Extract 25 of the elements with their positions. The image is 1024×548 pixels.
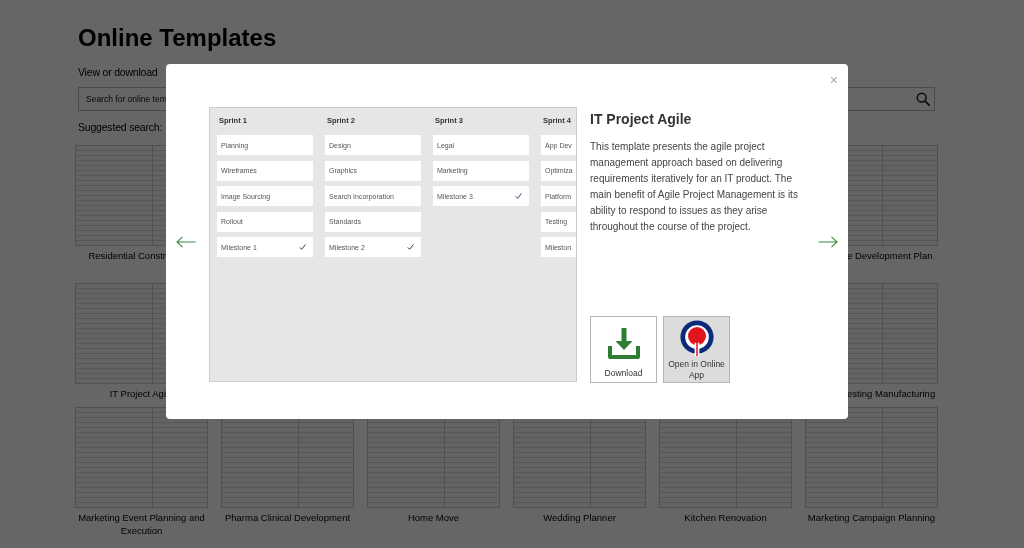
template-caption: Wedding Planner: [542, 511, 617, 524]
page-subtitle: View or download: [78, 65, 158, 79]
template-description: This template presents the agile project management approach based on delivering requirements iteratively for an IT product. The main benefit of Agile Project Management is its ability to respond to issues as they arise throughout the course of the project.: [590, 140, 799, 234]
template-caption: Marketing Campaign Planning: [806, 511, 937, 524]
open-online-button[interactable]: Open in Online App: [663, 316, 730, 383]
pin-logo-icon: [678, 320, 715, 356]
template-caption: Home Move: [406, 511, 461, 524]
search-icon[interactable]: [916, 92, 930, 106]
template-caption: Marketing Event Planning and Execution: [77, 511, 206, 537]
template-caption: Residential Constr: [87, 249, 167, 262]
check-icon: [299, 244, 306, 250]
suggested-search-label: Suggested search:: [78, 120, 163, 134]
check-icon: [515, 193, 522, 199]
template-caption: Pharma Clinical Development: [223, 511, 352, 524]
download-button[interactable]: Download: [590, 316, 657, 383]
template-thumbnail[interactable]: [805, 407, 938, 508]
template-title: IT Project Agile: [590, 110, 693, 128]
template-caption: esting Manufacturing: [846, 387, 937, 400]
check-icon: [407, 244, 414, 250]
template-caption: Kitchen Renovation: [683, 511, 768, 524]
next-arrow-icon[interactable]: [818, 236, 838, 248]
template-thumbnail[interactable]: [75, 407, 208, 508]
page-title: Online Templates: [78, 24, 277, 52]
template-caption: IT Project Agi: [108, 387, 167, 400]
previous-arrow-icon[interactable]: [176, 236, 196, 248]
